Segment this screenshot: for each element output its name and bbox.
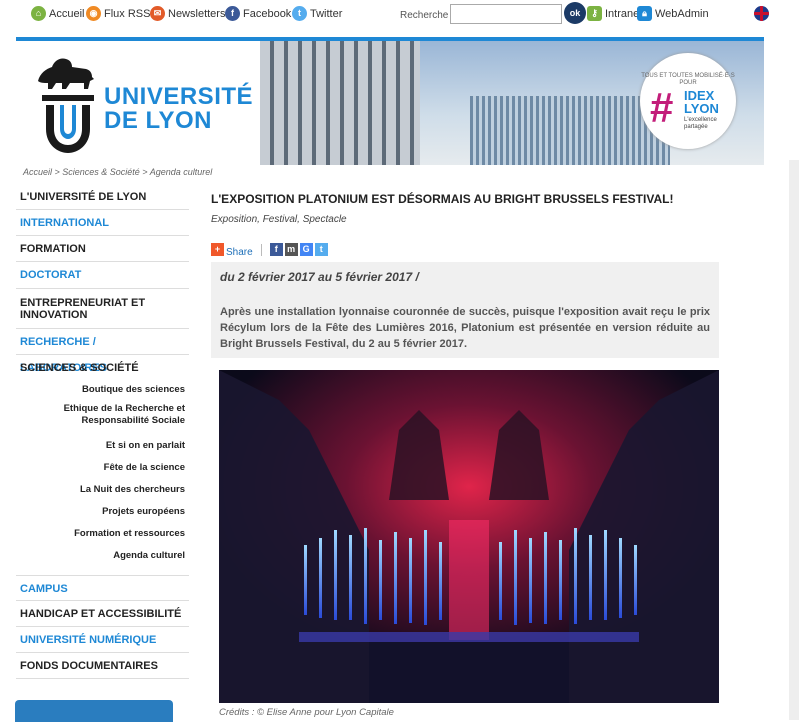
google-share-icon[interactable]: G bbox=[299, 243, 313, 256]
sidebar-submenu: Boutique des sciences Ethique de la Rech… bbox=[16, 381, 189, 575]
link-label: Flux RSS bbox=[104, 7, 151, 20]
sidebar-subitem-et-si[interactable]: Et si on en parlait bbox=[16, 435, 189, 457]
article-intro: du 2 février 2017 au 5 février 2017 / Ap… bbox=[211, 262, 719, 358]
sidebar-subitem-nuit[interactable]: La Nuit des chercheurs bbox=[16, 479, 189, 501]
share-plus-icon[interactable]: + bbox=[211, 243, 224, 256]
home-icon: ⌂ bbox=[31, 6, 46, 21]
photo-credits: Crédits : © Elise Anne pour Lyon Capital… bbox=[219, 707, 394, 718]
sidebar-item-entrepreneuriat[interactable]: ENTREPRENEURIAT ET INNOVATION bbox=[16, 289, 189, 329]
link-label: Facebook bbox=[243, 7, 292, 20]
link-intranet[interactable]: ⚷ Intranet bbox=[587, 6, 642, 21]
sidebar-item-universite[interactable]: L'UNIVERSITÉ DE LYON bbox=[16, 184, 189, 210]
share-divider bbox=[260, 243, 262, 256]
facebook-share-icon[interactable]: f bbox=[269, 243, 283, 256]
sidebar-subitem-agenda[interactable]: Agenda culturel bbox=[16, 545, 189, 567]
facebook-icon: f bbox=[225, 6, 240, 21]
platonium-installation-image bbox=[219, 370, 719, 703]
article-dates: du 2 février 2017 au 5 février 2017 / bbox=[220, 270, 419, 284]
sidebar-item-doctorat[interactable]: DOCTORAT bbox=[16, 262, 189, 289]
university-logo[interactable]: UNIVERSITÉ DE LYON bbox=[16, 41, 260, 165]
sidebar-item-international[interactable]: INTERNATIONAL bbox=[16, 210, 189, 236]
share-label[interactable]: Share bbox=[226, 247, 253, 258]
idex-hash-icon: # bbox=[650, 84, 674, 131]
building-image-left bbox=[260, 41, 420, 165]
idex-name: IDEX LYON bbox=[684, 88, 719, 116]
sidebar-item-handicap[interactable]: HANDICAP ET ACCESSIBILITÉ bbox=[16, 601, 189, 627]
twitter-icon: t bbox=[292, 6, 307, 21]
link-accueil[interactable]: ⌂ Accueil bbox=[31, 6, 84, 21]
header-banner: TOUS ET TOUTES MOBILISÉ·E·S POUR # IDEX … bbox=[260, 41, 764, 165]
myspace-share-icon[interactable]: m bbox=[284, 243, 298, 256]
site-header: UNIVERSITÉ DE LYON TOUS ET TOUTES MOBILI… bbox=[16, 37, 764, 165]
link-label: Twitter bbox=[310, 7, 343, 20]
article-tags[interactable]: Exposition, Festival, Spectacle bbox=[211, 214, 347, 225]
sidebar-item-numerique[interactable]: UNIVERSITÉ NUMÉRIQUE bbox=[16, 627, 189, 653]
link-label: Newsletters bbox=[168, 7, 226, 20]
sidebar-item-recherche[interactable]: RECHERCHE / LABORATOIRES bbox=[16, 329, 189, 374]
lion-icon bbox=[38, 58, 94, 89]
link-newsletters[interactable]: ✉ Newsletters bbox=[150, 6, 225, 21]
sidebar-subitem-boutique[interactable]: Boutique des sciences bbox=[16, 381, 189, 399]
twitter-share-icon[interactable]: t bbox=[314, 243, 328, 256]
sidebar-subitem-projets[interactable]: Projets européens bbox=[16, 501, 189, 523]
link-twitter[interactable]: t Twitter bbox=[292, 6, 342, 21]
key-icon: ⚷ bbox=[587, 6, 602, 21]
lock-icon: 🔒︎ bbox=[637, 6, 652, 21]
search-input[interactable] bbox=[450, 4, 562, 24]
link-webadmin[interactable]: 🔒︎ WebAdmin bbox=[637, 6, 709, 21]
article-photo bbox=[219, 370, 719, 703]
share-bar: + Share f m G t bbox=[211, 241, 330, 258]
sidebar-subitem-formation-ressources[interactable]: Formation et ressources bbox=[16, 523, 189, 545]
link-label: WebAdmin bbox=[655, 7, 709, 20]
rss-icon: ◉ bbox=[86, 6, 101, 21]
sidebar-item-formation[interactable]: FORMATION bbox=[16, 236, 189, 262]
top-bar: ⌂ Accueil ◉ Flux RSS ✉ Newsletters f Fac… bbox=[0, 0, 799, 30]
idex-footer-tab[interactable] bbox=[15, 700, 173, 722]
link-rss[interactable]: ◉ Flux RSS bbox=[86, 6, 150, 21]
search-label: Recherche bbox=[400, 10, 449, 21]
sidebar-item-fonds[interactable]: FONDS DOCUMENTAIRES bbox=[16, 653, 189, 679]
u-emblem-icon bbox=[42, 95, 94, 153]
search-button[interactable]: ok bbox=[564, 2, 586, 24]
idex-badge[interactable]: TOUS ET TOUTES MOBILISÉ·E·S POUR # IDEX … bbox=[640, 53, 736, 149]
mail-icon: ✉ bbox=[150, 6, 165, 21]
sidebar-nav: L'UNIVERSITÉ DE LYON INTERNATIONAL FORMA… bbox=[16, 184, 189, 679]
page-scrollbar[interactable] bbox=[789, 160, 799, 720]
article-title: L'EXPOSITION PLATONIUM EST DÉSORMAIS AU … bbox=[211, 192, 674, 206]
sidebar-item-sciences-societe[interactable]: SCIENCES & SOCIÉTÉ bbox=[16, 355, 189, 381]
sidebar-item-campus[interactable]: CAMPUS bbox=[16, 575, 189, 601]
link-facebook[interactable]: f Facebook bbox=[225, 6, 291, 21]
idex-subtitle: L'excellence partagée bbox=[684, 117, 717, 130]
article-summary: Après une installation lyonnaise couronn… bbox=[220, 306, 710, 350]
sidebar-subitem-ethique[interactable]: Ethique de la Recherche et Responsabilit… bbox=[16, 399, 189, 435]
link-label: Accueil bbox=[49, 7, 85, 20]
logo-line-2: DE LYON bbox=[104, 107, 212, 134]
english-flag-icon[interactable] bbox=[754, 6, 769, 21]
breadcrumb: Accueil > Sciences & Société > Agenda cu… bbox=[23, 167, 213, 177]
sidebar-subitem-fete-science[interactable]: Fête de la science bbox=[16, 457, 189, 479]
